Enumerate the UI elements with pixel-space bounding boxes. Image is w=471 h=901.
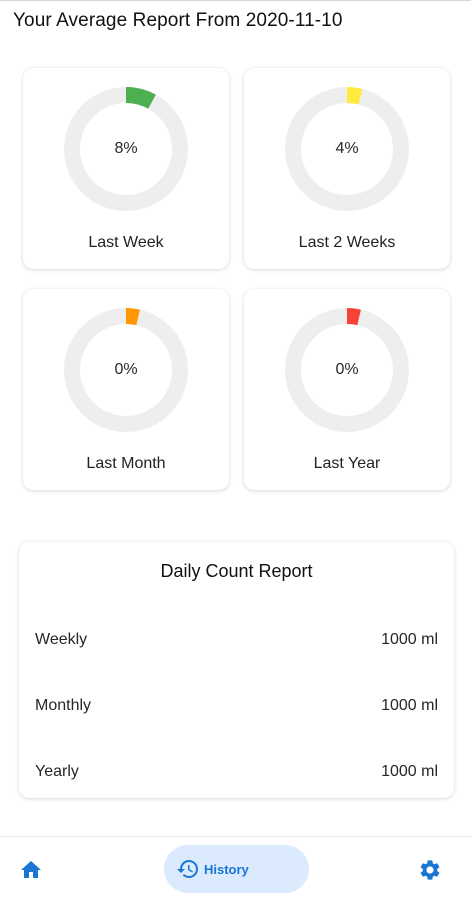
progress-ring: 8% xyxy=(64,87,188,211)
history-icon xyxy=(176,857,200,881)
stat-label: Last 2 Weeks xyxy=(298,234,396,251)
progress-ring: 0% xyxy=(64,308,188,432)
bottom-navigation: History xyxy=(0,836,471,901)
row-label: Monthly xyxy=(35,697,92,714)
percent-value: 0% xyxy=(114,361,138,378)
row-label: Weekly xyxy=(35,631,88,648)
home-icon[interactable] xyxy=(18,857,44,883)
report-row-monthly: Monthly 1000 ml xyxy=(35,695,438,717)
daily-count-report-card: Daily Count Report Weekly 1000 ml Monthl… xyxy=(19,542,454,798)
stat-card-last-year: 0% Last Year xyxy=(244,289,450,490)
stat-label: Last Month xyxy=(86,455,166,472)
top-divider xyxy=(0,0,471,1)
report-row-yearly: Yearly 1000 ml xyxy=(35,761,438,783)
stat-card-last-2-weeks: 4% Last 2 Weeks xyxy=(244,68,450,269)
percent-value: 4% xyxy=(335,140,359,157)
percent-value: 0% xyxy=(335,361,359,378)
stat-card-last-month: 0% Last Month xyxy=(23,289,229,490)
daily-report-title: Daily Count Report xyxy=(160,561,313,581)
stat-card-last-week: 8% Last Week xyxy=(23,68,229,269)
gear-icon[interactable] xyxy=(417,857,443,883)
stat-label: Last Week xyxy=(88,234,164,251)
row-label: Yearly xyxy=(35,763,79,780)
percent-value: 8% xyxy=(114,140,138,157)
stat-label: Last Year xyxy=(313,455,381,472)
history-label: History xyxy=(204,861,249,877)
history-tab[interactable]: History xyxy=(164,845,309,893)
progress-ring: 0% xyxy=(285,308,409,432)
row-value: 1000 ml xyxy=(381,697,438,714)
page-title: Your Average Report From 2020-11-10 xyxy=(13,10,343,31)
report-row-weekly: Weekly 1000 ml xyxy=(35,629,438,651)
row-value: 1000 ml xyxy=(381,631,438,648)
progress-ring: 4% xyxy=(285,87,409,211)
row-value: 1000 ml xyxy=(381,763,438,780)
